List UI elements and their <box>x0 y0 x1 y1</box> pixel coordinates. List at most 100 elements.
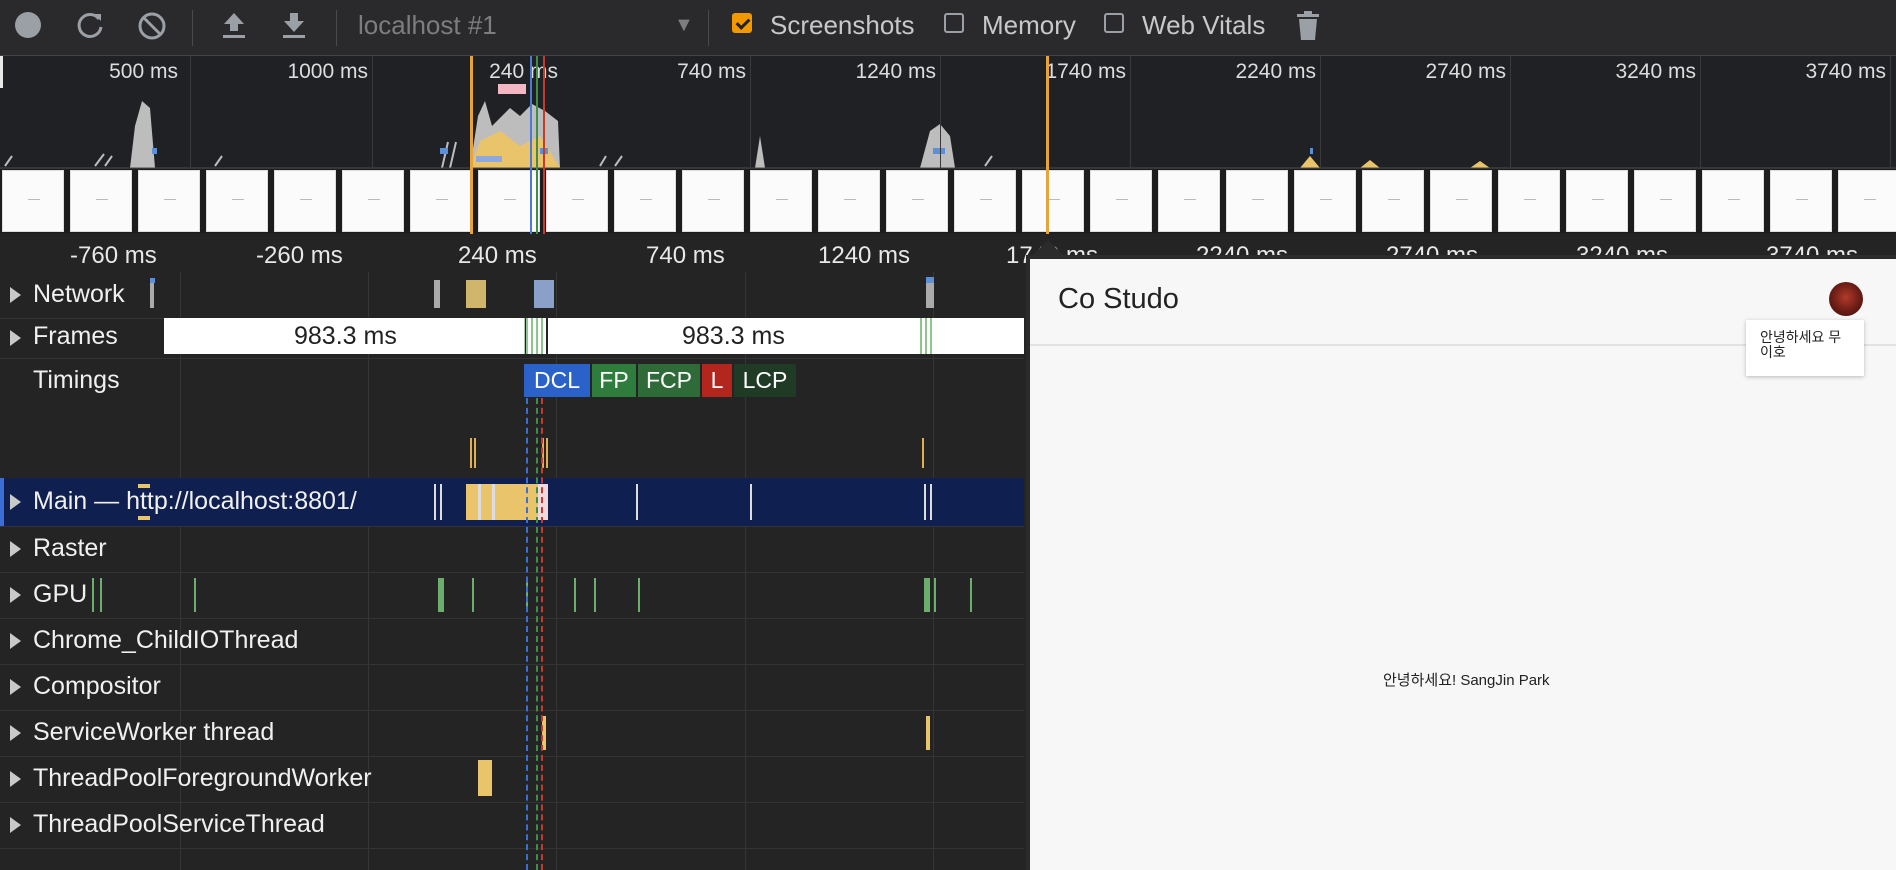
track-frames[interactable]: Frames 983.3 ms 983.3 ms <box>0 318 1024 359</box>
overview-tick: 1240 ms <box>855 60 936 83</box>
track-tp-service[interactable]: ThreadPoolServiceThread <box>0 802 1024 849</box>
selection-end-marker[interactable] <box>1046 56 1049 234</box>
expand-triangle-icon[interactable] <box>10 287 21 303</box>
track-network[interactable]: Network <box>0 272 1024 319</box>
track-tp-foreground[interactable]: ThreadPoolForegroundWorker <box>0 756 1024 803</box>
timing-fp[interactable]: FP <box>592 364 636 397</box>
chevron-down-icon: ▼ <box>674 14 694 36</box>
track-label: GPU <box>33 580 88 608</box>
track-label: Network <box>33 280 125 308</box>
ruler-tick: -260 ms <box>256 242 343 269</box>
filmstrip-frame[interactable] <box>614 170 676 232</box>
timing-dcl[interactable]: DCL <box>524 364 590 397</box>
filmstrip-frame[interactable] <box>682 170 744 232</box>
filmstrip-frame[interactable] <box>342 170 404 232</box>
track-label: Chrome_ChildIOThread <box>33 626 299 654</box>
expand-triangle-icon[interactable] <box>10 541 21 557</box>
timing-fcp[interactable]: FCP <box>638 364 700 397</box>
load-profile-button[interactable] <box>216 10 252 46</box>
reload-button[interactable] <box>72 10 108 46</box>
save-profile-button[interactable] <box>276 10 312 46</box>
track-childio[interactable]: Chrome_ChildIOThread <box>0 618 1024 665</box>
timing-lcp[interactable]: LCP <box>734 364 796 397</box>
filmstrip-frame[interactable] <box>2 170 64 232</box>
overview-tick: 740 ms <box>677 60 746 83</box>
filmstrip-frame[interactable] <box>1158 170 1220 232</box>
selection-start-marker[interactable] <box>470 56 473 234</box>
record-icon <box>15 12 41 38</box>
track-main[interactable]: Main — http://localhost:8801/ <box>0 478 1024 527</box>
expand-triangle-icon[interactable] <box>10 817 21 833</box>
frame-block[interactable]: 983.3 ms <box>164 318 525 354</box>
filmstrip-frame[interactable] <box>1226 170 1288 232</box>
garbage-collect-button[interactable] <box>1290 10 1326 46</box>
filmstrip-frame[interactable] <box>206 170 268 232</box>
filmstrip-frame[interactable] <box>70 170 132 232</box>
overview-tick: 500 ms <box>109 60 178 83</box>
target-select-value: localhost #1 <box>358 10 497 40</box>
clear-button[interactable] <box>134 10 170 46</box>
filmstrip-frame[interactable] <box>818 170 880 232</box>
filmstrip-frame[interactable] <box>410 170 472 232</box>
track-gpu[interactable]: GPU <box>0 572 1024 619</box>
overview-tick: 1000 ms <box>287 60 368 83</box>
filmstrip-frame[interactable] <box>1362 170 1424 232</box>
filmstrip-frame[interactable] <box>1022 170 1084 232</box>
screenshots-checkbox[interactable] <box>732 13 752 33</box>
track-compositor[interactable]: Compositor <box>0 664 1024 711</box>
filmstrip-frame[interactable] <box>886 170 948 232</box>
filmstrip-frame[interactable] <box>1090 170 1152 232</box>
web-vitals-label: Web Vitals <box>1142 10 1266 40</box>
reload-icon <box>77 12 103 38</box>
filmstrip-frame[interactable] <box>138 170 200 232</box>
trash-icon <box>1297 11 1319 40</box>
filmstrip-frame[interactable] <box>1430 170 1492 232</box>
timing-l[interactable]: L <box>702 364 732 397</box>
filmstrip-frame[interactable] <box>1566 170 1628 232</box>
track-serviceworker[interactable]: ServiceWorker thread <box>0 710 1024 757</box>
overview-tick: 1740 ms <box>1045 60 1126 83</box>
track-raster[interactable]: Raster <box>0 526 1024 573</box>
filmstrip-frame[interactable] <box>274 170 336 232</box>
track-timings[interactable]: Timings <box>0 358 1024 479</box>
web-vitals-checkbox[interactable] <box>1104 13 1124 33</box>
filmstrip-frame[interactable] <box>1634 170 1696 232</box>
expand-triangle-icon[interactable] <box>10 330 21 346</box>
overview-tick: 2240 ms <box>1235 60 1316 83</box>
expand-triangle-icon[interactable] <box>10 633 21 649</box>
filmstrip-frame[interactable] <box>1838 170 1896 232</box>
screenshots-label: Screenshots <box>770 10 915 40</box>
filmstrip-frame[interactable] <box>1702 170 1764 232</box>
frame-duration: 983.3 ms <box>682 322 785 350</box>
load-marker <box>543 56 545 234</box>
frame-duration: 983.3 ms <box>294 322 397 350</box>
target-select[interactable]: localhost #1 ▼ <box>358 10 694 46</box>
download-icon <box>283 13 305 38</box>
track-label: Main — http://localhost:8801/ <box>33 487 357 515</box>
memory-checkbox[interactable] <box>944 13 964 33</box>
filmstrip-frame[interactable] <box>750 170 812 232</box>
overview-tick: 2740 ms <box>1425 60 1506 83</box>
filmstrip-frame[interactable] <box>1498 170 1560 232</box>
expand-triangle-icon[interactable] <box>10 725 21 741</box>
upload-icon <box>223 13 245 38</box>
filmstrip-frame[interactable] <box>954 170 1016 232</box>
toolbar: localhost #1 ▼ Screenshots Memory Web Vi… <box>0 0 1896 56</box>
track-label: Raster <box>33 534 107 562</box>
filmstrip-frame[interactable] <box>1294 170 1356 232</box>
expand-triangle-icon[interactable] <box>10 587 21 603</box>
expand-triangle-icon[interactable] <box>10 771 21 787</box>
filmstrip-frame[interactable] <box>546 170 608 232</box>
frame-block[interactable]: 983.3 ms <box>548 318 924 354</box>
ruler-tick: 240 ms <box>458 242 537 269</box>
record-button[interactable] <box>10 10 46 46</box>
track-label: ThreadPoolForegroundWorker <box>33 764 372 792</box>
preview-app-title: Co Studo <box>1058 283 1179 315</box>
memory-label: Memory <box>982 10 1076 40</box>
track-label: Compositor <box>33 672 161 700</box>
expand-triangle-icon[interactable] <box>10 679 21 695</box>
preview-popup-text: 안녕하세요 무이호 <box>1760 329 1842 360</box>
avatar <box>1829 282 1863 316</box>
filmstrip-frame[interactable] <box>1770 170 1832 232</box>
expand-triangle-icon[interactable] <box>10 494 21 510</box>
